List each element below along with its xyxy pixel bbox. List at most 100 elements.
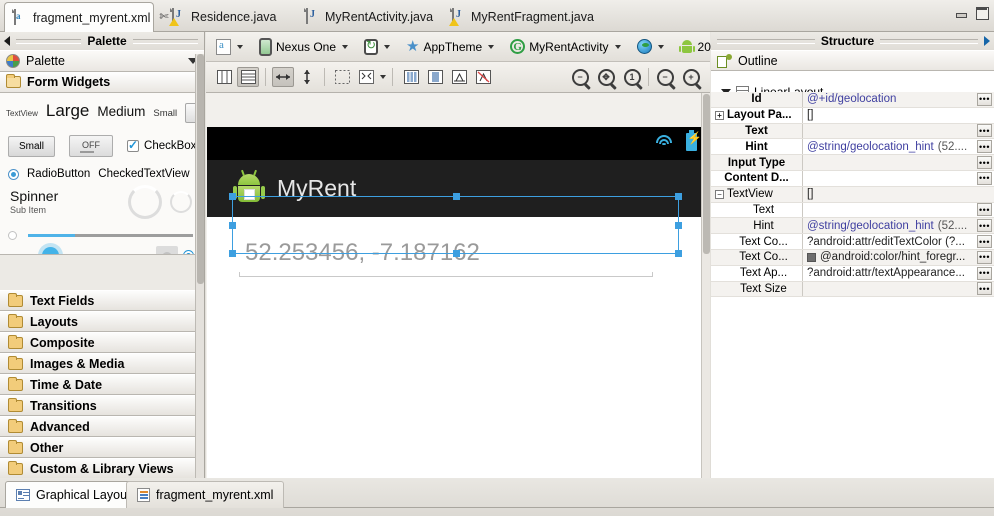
property-value[interactable]: ?android:attr/textAppearance...: [803, 267, 977, 279]
chevron-down-icon[interactable]: [380, 75, 386, 79]
property-row-text-size[interactable]: Text Size •••: [711, 281, 994, 298]
palette-category-form-widgets[interactable]: Form Widgets: [0, 72, 204, 93]
palette-category-layouts[interactable]: Layouts: [0, 311, 196, 332]
property-editor-button[interactable]: •••: [977, 156, 992, 170]
editor-tab-fragment-myrent-xml[interactable]: a fragment_myrent.xml ✄: [4, 2, 169, 32]
palette-category-text-fields[interactable]: Text Fields: [0, 290, 196, 311]
geolocation-edittext[interactable]: 52.253456, -7.187162: [233, 233, 658, 281]
toggle-height-fill-button[interactable]: [296, 67, 318, 87]
activity-chooser-button[interactable]: G MyRentActivity: [504, 35, 626, 59]
editor-tab-myrentfragment-java[interactable]: J MyRentFragment.java: [443, 2, 603, 31]
baseline-align-button[interactable]: [448, 67, 470, 87]
editor-tab-label: MyRentFragment.java: [471, 9, 594, 24]
palette-category-custom-library-views[interactable]: Custom & Library Views: [0, 458, 196, 479]
property-value[interactable]: @string/geolocation_hint (52....: [803, 141, 977, 153]
palette-category-transitions[interactable]: Transitions: [0, 395, 196, 416]
zoom-out-fit-button[interactable]: −: [567, 66, 593, 88]
palette-scrollbar[interactable]: [195, 54, 204, 478]
orientation-chooser-button[interactable]: [358, 35, 396, 59]
property-editor-button[interactable]: •••: [977, 250, 992, 264]
property-row-layout-parameters[interactable]: + Layout Pa... []: [711, 107, 994, 124]
property-row-text-color-hint[interactable]: Text Co... @android:color/hint_foregr...…: [711, 249, 994, 266]
widget-checkedtextview[interactable]: CheckedTextView: [98, 168, 189, 180]
widget-textview[interactable]: TextView: [6, 109, 38, 118]
editor-tab-residence-java[interactable]: J Residence.java: [163, 2, 285, 31]
property-row-hint[interactable]: Hint @string/geolocation_hint (52.... ••…: [711, 139, 994, 156]
zoom-actual-size-button[interactable]: 1: [619, 66, 645, 88]
theme-chooser-button[interactable]: ★ AppTheme: [400, 35, 500, 59]
slider-thumb-icon[interactable]: [42, 247, 59, 254]
center-column-button[interactable]: [424, 67, 446, 87]
property-row-id[interactable]: Id @+id/geolocation •••: [711, 92, 994, 108]
widget-checkbox[interactable]: CheckBox: [127, 138, 196, 152]
baseline-align-off-button[interactable]: [472, 67, 494, 87]
gravity-button[interactable]: [355, 67, 377, 87]
expand-right-icon[interactable]: [984, 36, 990, 46]
widget-small-button[interactable]: Small: [8, 135, 56, 157]
zoom-100-icon: 1: [623, 68, 641, 86]
property-editor-button[interactable]: •••: [977, 203, 992, 217]
property-editor-button[interactable]: •••: [977, 266, 992, 280]
property-value[interactable]: []: [803, 109, 994, 121]
toggle-width-fill-button[interactable]: [272, 67, 294, 87]
layout-horizontal-button[interactable]: [213, 67, 235, 87]
zoom-decrease-button[interactable]: −: [652, 66, 678, 88]
zoom-increase-button[interactable]: +: [678, 66, 704, 88]
property-value[interactable]: @string/geolocation_hint (52....: [803, 220, 977, 232]
config-chooser-button[interactable]: [210, 35, 249, 59]
distribute-columns-button[interactable]: [400, 67, 422, 87]
editor-tab-myrentactivity-java[interactable]: J MyRentActivity.java: [297, 2, 442, 31]
progressbar-small-icon[interactable]: [170, 191, 192, 213]
property-row-text-color[interactable]: Text Co... ?android:attr/editTextColor (…: [711, 234, 994, 250]
device-chooser-button[interactable]: Nexus One: [253, 35, 354, 59]
property-value[interactable]: []: [803, 188, 994, 200]
property-editor-button[interactable]: •••: [977, 219, 992, 233]
property-editor-button[interactable]: •••: [977, 171, 992, 185]
property-editor-button[interactable]: •••: [977, 140, 992, 154]
palette-category-advanced[interactable]: Advanced: [0, 416, 196, 437]
palette-header[interactable]: Palette: [0, 50, 204, 72]
property-value[interactable]: @+id/geolocation: [803, 93, 977, 105]
property-row-text-appearance[interactable]: Text Ap... ?android:attr/textAppearance.…: [711, 265, 994, 282]
property-row-input-type[interactable]: Input Type •••: [711, 155, 994, 171]
palette-category-other[interactable]: Other: [0, 437, 196, 458]
widget-large-text[interactable]: Large: [46, 101, 89, 121]
quick-contact-badge-icon[interactable]: [156, 246, 178, 254]
outline-header[interactable]: Outline: [711, 50, 994, 71]
maximize-icon[interactable]: [975, 6, 989, 20]
collapse-icon[interactable]: −: [715, 189, 724, 199]
palette-category-time-date[interactable]: Time & Date: [0, 374, 196, 395]
canvas-vertical-scrollbar[interactable]: [701, 93, 710, 478]
expand-icon[interactable]: +: [715, 110, 724, 120]
palette-category-composite[interactable]: Composite: [0, 332, 196, 353]
property-value[interactable]: ?android:attr/editTextColor (?...: [803, 236, 977, 248]
palette-spinner[interactable]: Spinner Sub Item: [10, 188, 58, 215]
property-editor-button[interactable]: •••: [977, 124, 992, 138]
property-group-textview[interactable]: − TextView []: [711, 186, 994, 203]
chevron-down-icon: [342, 44, 349, 49]
property-row-content-description[interactable]: Content D... •••: [711, 170, 994, 187]
layout-vertical-button[interactable]: [237, 67, 259, 87]
zoom-fit-button[interactable]: ✥: [593, 66, 619, 88]
property-editor-button[interactable]: •••: [977, 235, 992, 249]
minimize-icon[interactable]: [954, 6, 967, 19]
progressbar-large-icon[interactable]: [128, 185, 162, 219]
property-row-text[interactable]: Text •••: [711, 123, 994, 140]
margins-button[interactable]: [331, 67, 353, 87]
widget-small-text[interactable]: Small: [153, 108, 177, 119]
palette-category-images-media[interactable]: Images & Media: [0, 353, 196, 374]
layout-canvas[interactable]: MyRent 52.253456, -7.187162: [206, 93, 710, 478]
tab-fragment-myrent-xml[interactable]: fragment_myrent.xml: [126, 481, 285, 508]
tab-graphical-layout[interactable]: Graphical Layout: [5, 481, 142, 508]
property-row-textview-hint[interactable]: Hint @string/geolocation_hint (52.... ••…: [711, 218, 994, 235]
collapse-left-icon[interactable]: [4, 36, 10, 46]
widget-radiobutton[interactable]: RadioButton: [27, 168, 90, 180]
property-row-textview-text[interactable]: Text •••: [711, 202, 994, 219]
widget-toggle-button[interactable]: OFF: [69, 135, 114, 157]
property-value[interactable]: @android:color/hint_foregr...: [803, 251, 977, 263]
locale-chooser-button[interactable]: [631, 35, 670, 59]
widget-medium-text[interactable]: Medium: [97, 104, 145, 119]
property-editor-button[interactable]: •••: [977, 92, 992, 106]
property-editor-button[interactable]: •••: [977, 282, 992, 296]
properties-table[interactable]: Id @+id/geolocation ••• + Layout Pa... […: [711, 92, 994, 478]
